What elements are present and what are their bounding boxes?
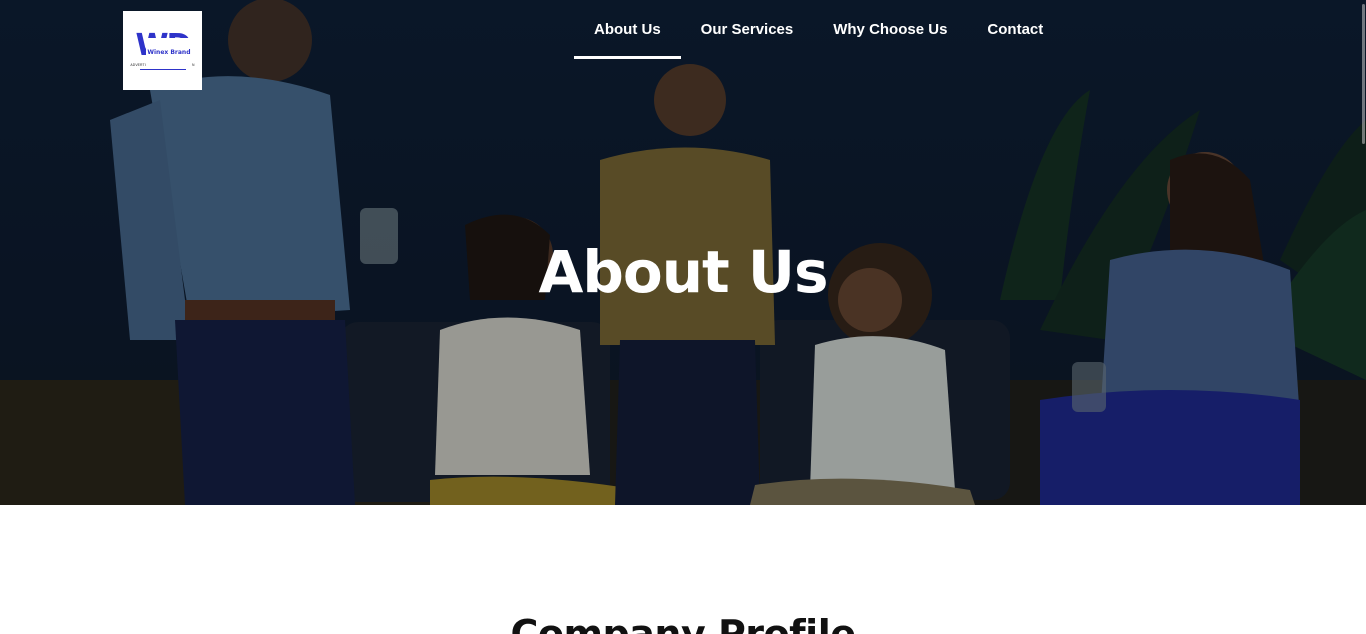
hero-title: About Us — [538, 238, 828, 306]
nav-item-label: Our Services — [700, 21, 794, 38]
nav-item-label: Why Choose Us — [833, 21, 948, 38]
logo-mark: WD Winex Brand — [136, 31, 192, 68]
nav-item-label: Contact — [987, 21, 1044, 38]
page-scrollbar[interactable] — [1360, 0, 1366, 634]
nav-item-our-services[interactable]: Our Services — [681, 0, 814, 59]
hero-banner: WD Winex Brand ADVERTISING & MARKETING D… — [0, 0, 1366, 505]
logo-divider — [139, 69, 186, 70]
nav-item-about-us[interactable]: About Us — [574, 0, 681, 59]
brand-logo[interactable]: WD Winex Brand ADVERTISING & MARKETING D… — [123, 11, 202, 90]
logo-brand-name: Winex Brand — [146, 38, 192, 68]
nav-item-contact[interactable]: Contact — [967, 0, 1063, 59]
main-nav: About Us Our Services Why Choose Us Cont… — [574, 0, 1063, 60]
scrollbar-thumb[interactable] — [1362, 4, 1365, 144]
nav-item-why-choose-us[interactable]: Why Choose Us — [813, 0, 967, 59]
section-title: Company Profile — [510, 612, 856, 634]
nav-item-label: About Us — [594, 21, 661, 38]
